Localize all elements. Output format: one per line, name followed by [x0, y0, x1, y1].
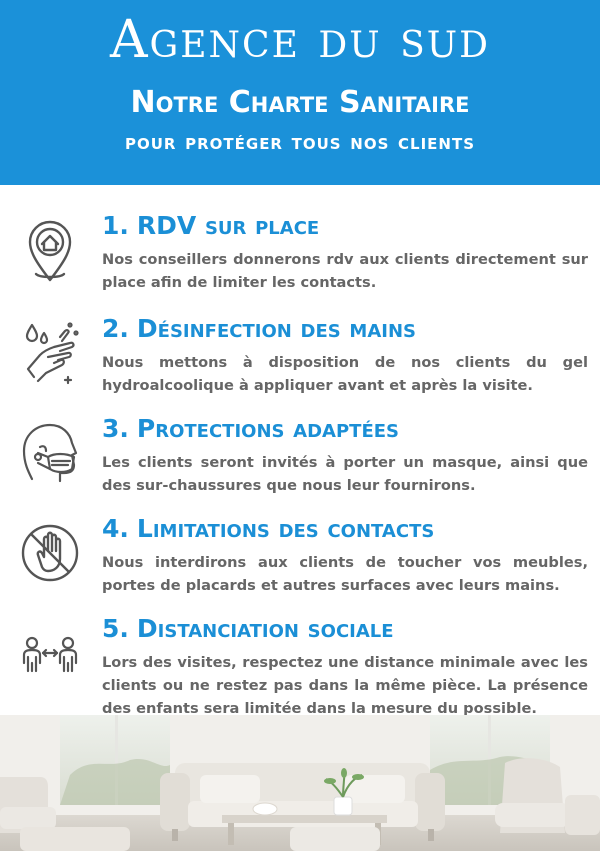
- item-description: Nous mettons à disposition de nos client…: [102, 354, 588, 394]
- social-distance-icon: [18, 617, 82, 689]
- charter-subtitle: pour protéger tous nos clients: [124, 130, 476, 155]
- charter-title: Notre Charte Sanitaire: [130, 85, 470, 120]
- item-description: Lors des visites, respectez une distance…: [102, 654, 588, 717]
- item-title: 3. Protections adaptées: [102, 414, 400, 443]
- face-mask-icon: [18, 417, 82, 489]
- agency-name: Agence du sud: [109, 10, 491, 70]
- item-title: 2. Désinfection des mains: [102, 314, 416, 343]
- item-description: Nous interdirons aux clients de toucher …: [102, 554, 588, 594]
- charter-item-1: 1. RDV sur place Nos conseillers donneron…: [0, 210, 600, 310]
- location-pin-house-icon: [18, 214, 82, 286]
- header-banner: Agence du sud Notre Charte Sanitaire pou…: [0, 0, 600, 185]
- charter-item-4: 4. Limitations des contacts Nous interdir…: [0, 513, 600, 613]
- charter-item-3: 3. Protections adaptées Les clients seron…: [0, 413, 600, 513]
- item-title: 5. Distanciation sociale: [102, 614, 394, 643]
- living-room-photo: [0, 715, 600, 851]
- charter-item-5: 5. Distanciation sociale Lors des visites…: [0, 613, 600, 717]
- item-description: Nos conseillers donnerons rdv aux client…: [102, 251, 588, 291]
- item-title: 1. RDV sur place: [102, 211, 320, 240]
- item-title: 4. Limitations des contacts: [102, 514, 435, 543]
- item-description: Les clients seront invités à porter un m…: [102, 454, 588, 494]
- charter-item-2: 2. Désinfection des mains Nous mettons à …: [0, 313, 600, 413]
- no-touch-hand-icon: [18, 517, 82, 589]
- hand-washing-icon: [18, 317, 82, 389]
